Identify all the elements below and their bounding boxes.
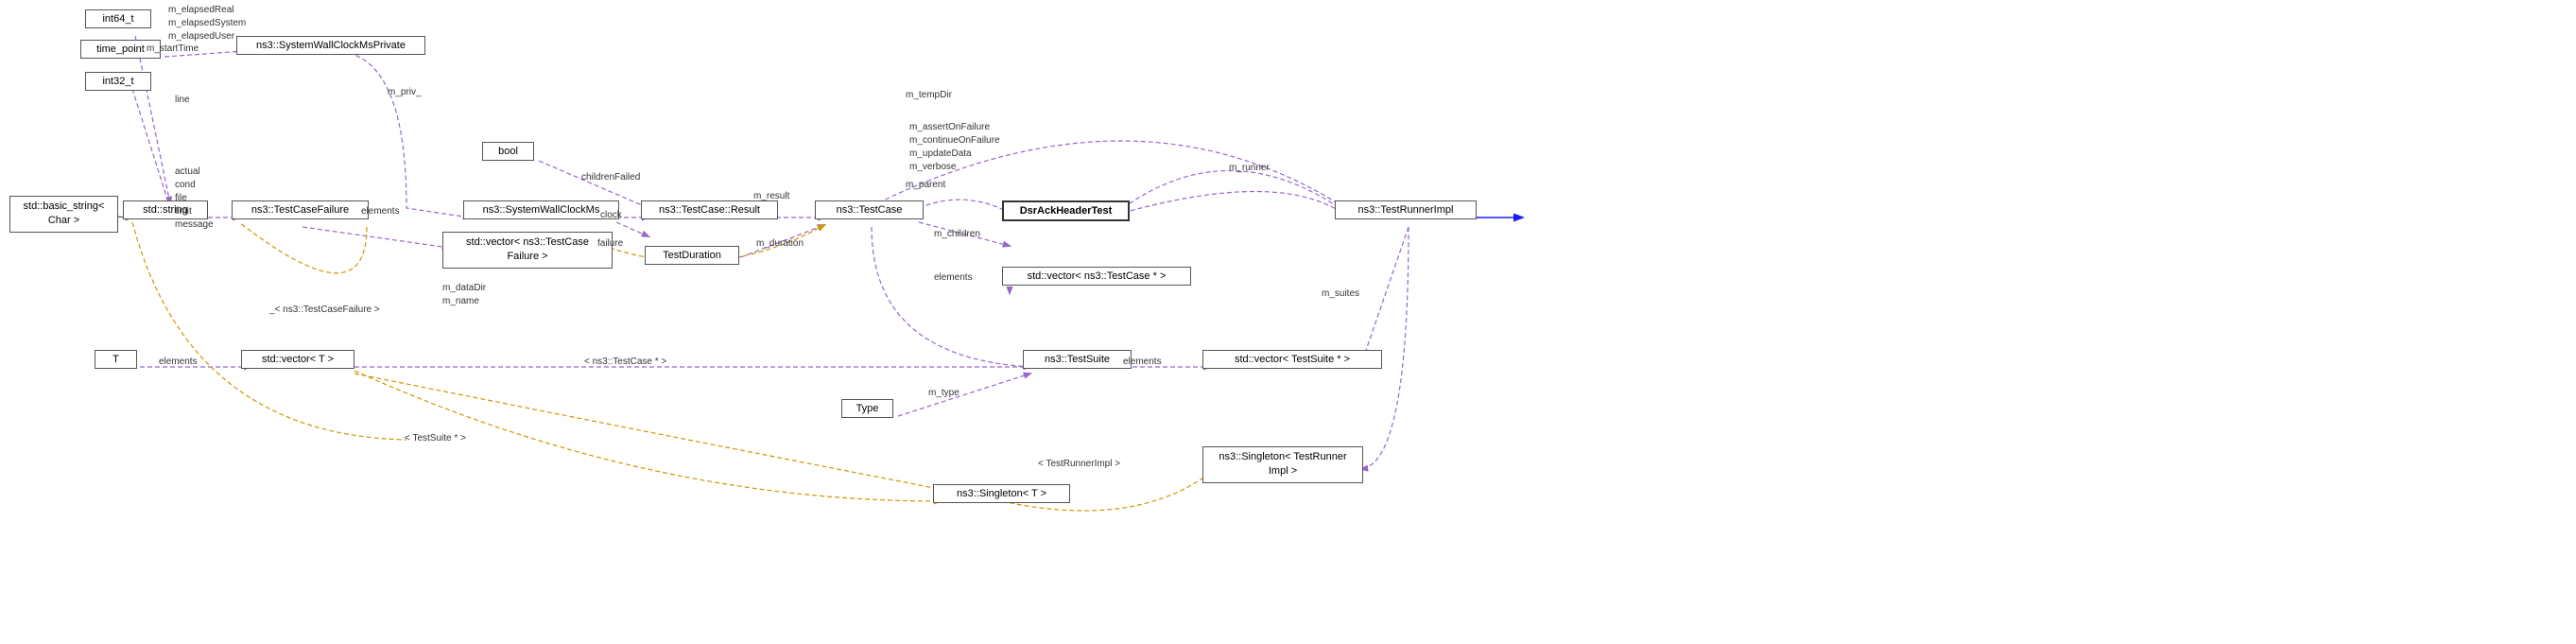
- label-line: line: [175, 95, 190, 105]
- node-testcase: ns3::TestCase: [815, 200, 924, 219]
- label-mtype: m_type: [928, 388, 960, 398]
- label-elements-4: elements: [1123, 357, 1162, 367]
- node-singleton-T: ns3::Singleton< T >: [933, 484, 1070, 503]
- label-testcase-ptr: < ns3::TestCase * >: [584, 357, 666, 367]
- node-std-basic-string: std::basic_string<Char >: [9, 196, 118, 233]
- node-type: Type: [841, 399, 893, 418]
- node-testcase-result: ns3::TestCase::Result: [641, 200, 778, 219]
- node-systemwallclockms: ns3::SystemWallClockMs: [463, 200, 619, 219]
- label-testsuite-ptr: < TestSuite * >: [405, 433, 466, 444]
- label-mtempdir: m_tempDir: [906, 90, 952, 100]
- label-elements-3: elements: [159, 357, 198, 367]
- node-testsuite: ns3::TestSuite: [1023, 350, 1132, 369]
- node-testduration: TestDuration: [645, 246, 739, 265]
- label-mpriv: m_priv_: [388, 87, 422, 97]
- node-std-vector-testcase-ptr: std::vector< ns3::TestCase * >: [1002, 267, 1191, 286]
- label-childrenfailed: childrenFailed: [581, 172, 640, 183]
- node-std-vector-testcasefailure: std::vector< ns3::TestCaseFailure >: [442, 232, 613, 269]
- label-mparent: m_parent: [906, 180, 945, 190]
- node-int64_t: int64_t: [85, 9, 151, 28]
- node-dsrackheadertest: DsrAckHeaderTest: [1002, 200, 1130, 221]
- node-testcasefailure: ns3::TestCaseFailure: [232, 200, 369, 219]
- node-std-vector-T: std::vector< T >: [241, 350, 354, 369]
- node-testrunnerimpl: ns3::TestRunnerImpl: [1335, 200, 1477, 219]
- label-actual: actualcondfilelimitmessage: [175, 165, 214, 232]
- label-testcasefailure-ref: _< ns3::TestCaseFailure >: [269, 305, 380, 315]
- label-mrunner: m_runner: [1229, 163, 1270, 173]
- node-bool: bool: [482, 142, 534, 161]
- label-testrunnerimpl-ref: < TestRunnerImpl >: [1038, 459, 1120, 469]
- label-clock: clock: [600, 210, 622, 220]
- label-mduration: m_duration: [756, 238, 804, 249]
- node-std-vector-testsuite-ptr: std::vector< TestSuite * >: [1202, 350, 1382, 369]
- label-mchildren: m_children: [934, 229, 980, 239]
- node-systemwallclockms-private: ns3::SystemWallClockMsPrivate: [236, 36, 425, 55]
- label-mresult: m_result: [753, 191, 789, 201]
- label-failure: failure: [597, 238, 623, 249]
- label-melapsed: m_elapsedRealm_elapsedSystemm_elapsedUse…: [168, 4, 246, 44]
- label-elements-1: elements: [361, 206, 400, 217]
- label-elements-2: elements: [934, 272, 973, 283]
- node-int32_t: int32_t: [85, 72, 151, 91]
- label-massertonfailure: m_assertOnFailurem_continueOnFailurem_up…: [909, 121, 1000, 174]
- diagram-container: int64_t time_point int32_t std::string s…: [0, 0, 2576, 644]
- diagram-svg: [0, 0, 2576, 644]
- node-T: T: [95, 350, 137, 369]
- label-mdatadir: m_dataDirm_name: [442, 282, 486, 308]
- label-msuites: m_suites: [1322, 288, 1359, 299]
- node-singleton-testrunnerimpl: ns3::Singleton< TestRunnerImpl >: [1202, 446, 1363, 483]
- label-mstarttime: m_startTime: [147, 44, 199, 54]
